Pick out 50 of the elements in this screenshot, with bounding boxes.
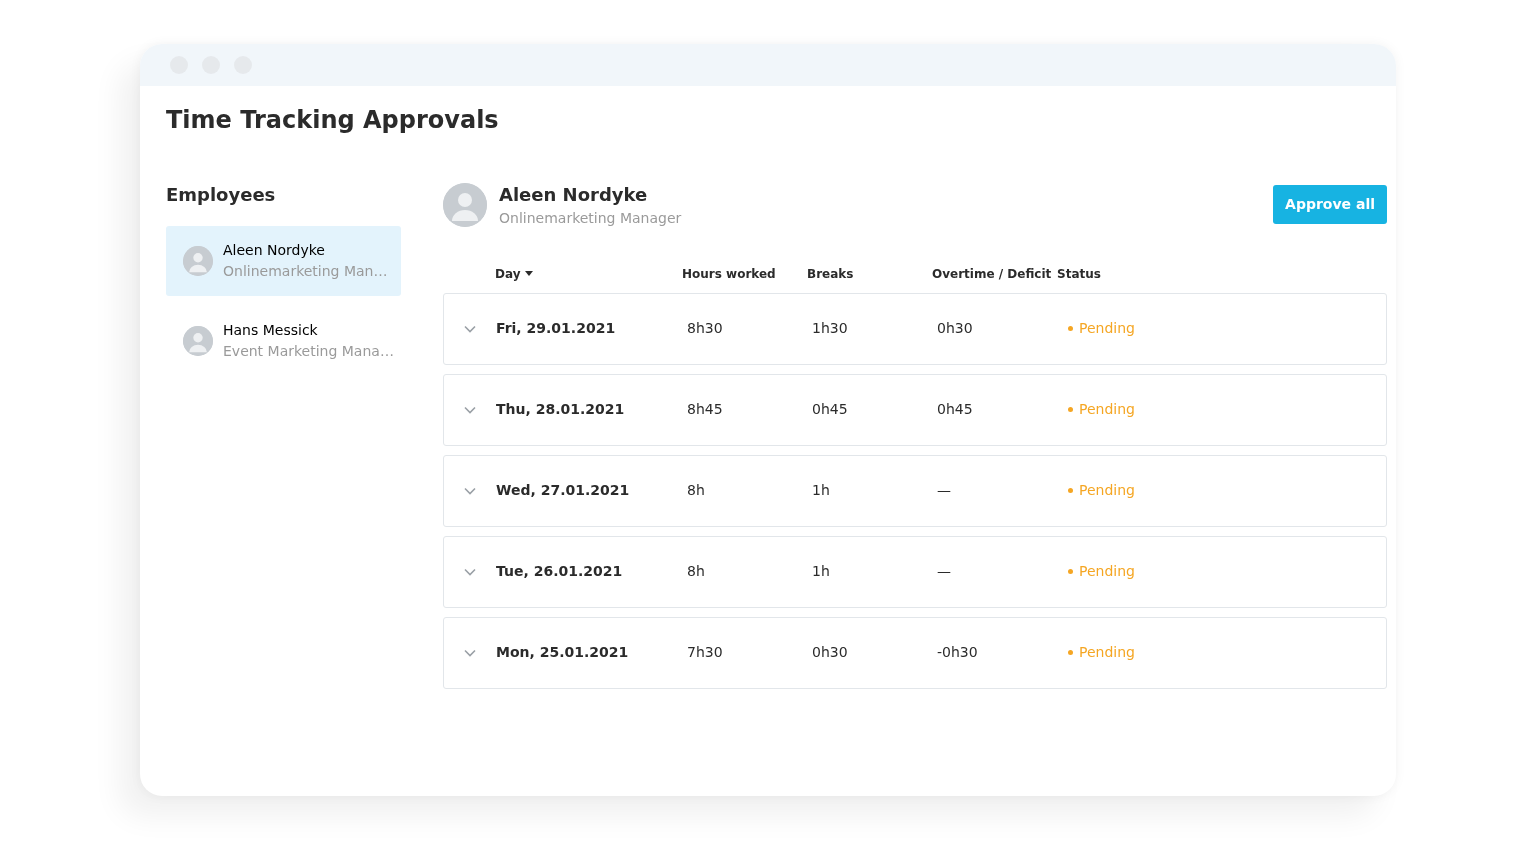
- status-text: Pending: [1079, 400, 1135, 420]
- table-cell-text: 8h: [686, 562, 706, 582]
- avatar-icon: [183, 245, 213, 276]
- page-title: Time Tracking Approvals: [166, 106, 500, 135]
- employee-list-item[interactable]: Aleen Nordyke Onlinemarketing Man…: [166, 225, 401, 296]
- chevron-icon[interactable]: [463, 566, 477, 577]
- table-cell-text: 0h45: [936, 400, 974, 420]
- employee-list-item[interactable]: Hans Messick Event Marketing Mana…: [166, 305, 401, 376]
- status-dot-icon: [1068, 488, 1073, 494]
- table-cell-text: 8h30: [686, 319, 724, 339]
- column-header: Overtime / Deficit: [932, 265, 1053, 283]
- table-cell-text: 1h: [811, 481, 831, 501]
- status-text: Pending: [1079, 643, 1135, 663]
- status-dot-icon: [1068, 569, 1073, 575]
- status-text: Pending: [1079, 319, 1135, 339]
- table-cell-text: —: [936, 481, 952, 501]
- table-cell-text: Thu, 28.01.2021: [496, 400, 626, 420]
- table-cell-text: 8h: [686, 481, 706, 501]
- employee-name: Aleen Nordyke: [499, 182, 649, 207]
- table-cell-text: 8h45: [686, 400, 724, 420]
- chevron-icon[interactable]: [463, 647, 477, 658]
- table-cell-text: 0h30: [936, 319, 974, 339]
- table-cell-text: 1h30: [811, 319, 849, 339]
- table-cell-text: 1h: [811, 562, 831, 582]
- column-header[interactable]: Day: [495, 264, 521, 283]
- table-cell-text: 7h30: [686, 643, 724, 663]
- table-cell-text: —: [936, 562, 952, 582]
- status-dot-icon: [1068, 407, 1073, 413]
- status-text: Pending: [1079, 562, 1135, 582]
- chevron-icon[interactable]: [463, 485, 477, 496]
- avatar-icon: [443, 182, 487, 227]
- sort-caret-icon[interactable]: [524, 271, 533, 277]
- column-header: Status: [1057, 265, 1102, 283]
- table-cell-text: Fri, 29.01.2021: [496, 319, 617, 339]
- column-header: Breaks: [807, 265, 855, 283]
- chevron-icon[interactable]: [463, 404, 477, 415]
- table-cell-text: Mon, 25.01.2021: [496, 643, 630, 663]
- sidebar-heading: Employees: [166, 182, 277, 207]
- status-dot-icon: [1068, 650, 1073, 656]
- status-text: Pending: [1079, 481, 1135, 501]
- table-cell-text: -0h30: [936, 643, 979, 663]
- avatar-icon: [183, 325, 213, 356]
- chevron-icon[interactable]: [463, 323, 477, 334]
- table-cell-text: Wed, 27.01.2021: [496, 481, 631, 501]
- table-cell-text: 0h30: [811, 643, 849, 663]
- employee-role: Onlinemarketing Manager: [499, 208, 682, 228]
- column-header: Hours worked: [682, 265, 777, 283]
- table-cell-text: Tue, 26.01.2021: [496, 562, 624, 582]
- table-cell-text: 0h45: [811, 400, 849, 420]
- status-dot-icon: [1068, 326, 1073, 332]
